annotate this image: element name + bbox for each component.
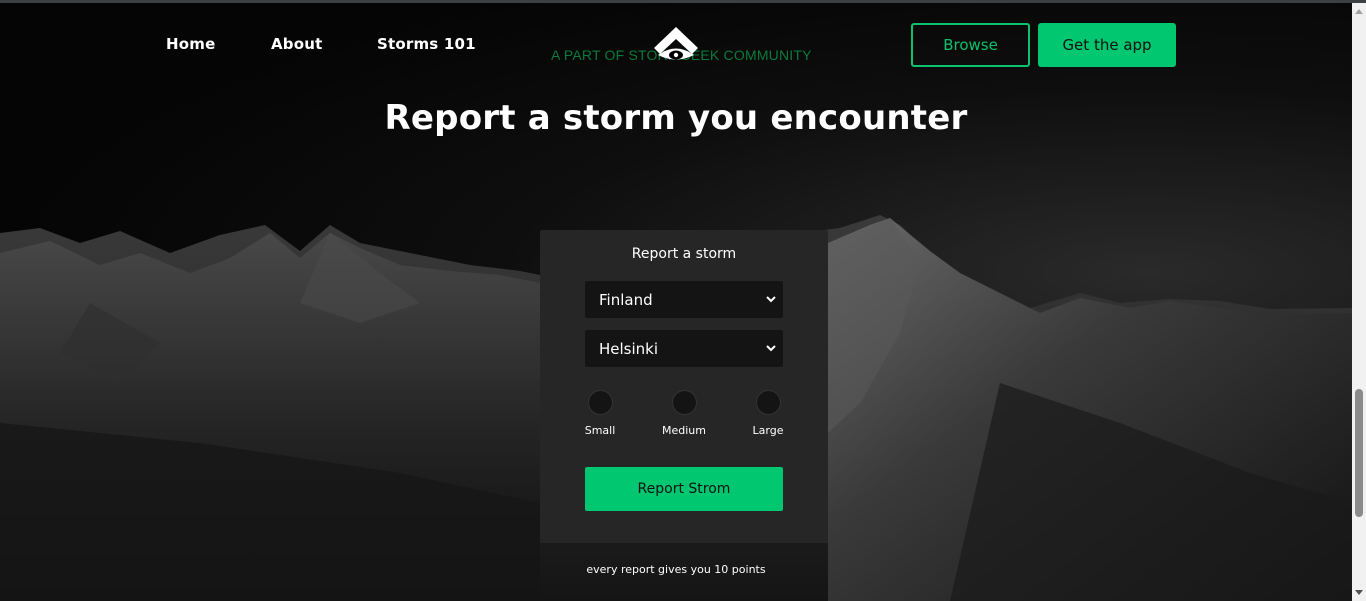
hero-title: Report a storm you encounter [384, 98, 968, 138]
size-radio-large[interactable] [755, 390, 781, 415]
page-scrollbar[interactable] [1352, 3, 1366, 601]
size-option-small[interactable]: Small [570, 390, 630, 437]
nav-about[interactable]: About [271, 35, 323, 53]
size-option-large[interactable]: Large [738, 390, 798, 437]
city-select[interactable]: Helsinki [585, 330, 783, 367]
size-radio-medium[interactable] [671, 390, 697, 415]
points-footnote: every report gives you 10 points [586, 563, 766, 576]
size-radio-small[interactable] [587, 390, 613, 415]
nav-storms-101[interactable]: Storms 101 [377, 35, 476, 53]
size-option-medium[interactable]: Medium [654, 390, 714, 437]
get-the-app-button[interactable]: Get the app [1038, 23, 1176, 67]
nav-home[interactable]: Home [166, 35, 215, 53]
city-select-value: Helsinki [599, 340, 659, 358]
size-label-large: Large [752, 424, 784, 437]
scroll-down-arrow-icon[interactable] [1355, 590, 1363, 595]
chevron-down-icon [766, 296, 776, 303]
report-storm-button[interactable]: Report Strom [585, 467, 783, 511]
scrollbar-thumb[interactable] [1355, 389, 1363, 517]
country-select[interactable]: Finland [585, 281, 783, 318]
scroll-up-arrow-icon[interactable] [1355, 9, 1363, 14]
report-form-title: Report a storm [631, 246, 737, 262]
size-label-small: Small [584, 424, 616, 437]
size-label-medium: Medium [662, 424, 706, 437]
browse-button[interactable]: Browse [911, 23, 1030, 67]
storm-eye-logo-icon[interactable] [648, 24, 704, 64]
country-select-value: Finland [599, 291, 653, 309]
report-storm-card: Report a storm Finland Helsinki Small Me… [540, 230, 828, 543]
chevron-down-icon [766, 345, 776, 352]
